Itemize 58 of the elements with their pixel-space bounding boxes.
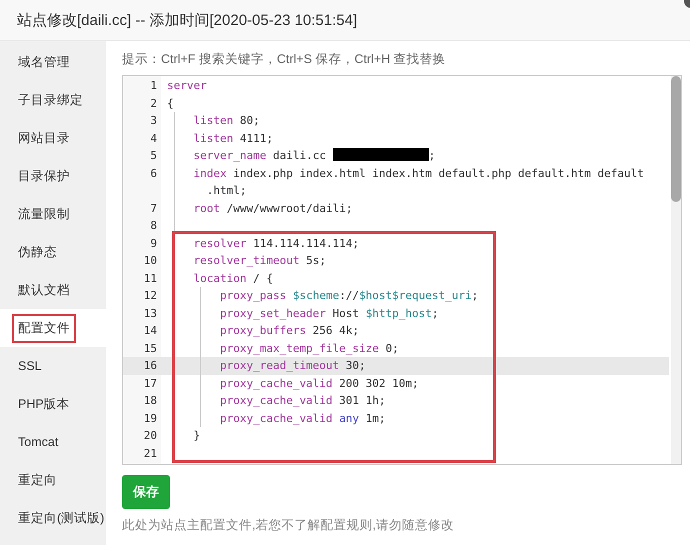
line-number: 21 [142,446,158,462]
sidebar-item[interactable]: 重定向 [12,466,63,494]
line-number: 4 [149,130,158,146]
code-editor[interactable] [122,75,682,465]
code-line: location / { [193,270,273,286]
code-line: proxy_pass $scheme://$host$request_uri; [220,288,478,304]
sidebar-item[interactable]: 网站目录 [12,124,76,152]
line-number: 8 [149,218,158,234]
sidebar-item[interactable]: 伪静态 [12,238,63,266]
line-number: 15 [142,340,158,356]
line-number: 5 [149,148,158,164]
scrollbar-thumb[interactable] [671,76,681,202]
code-line: listen 4111; [193,130,273,146]
line-number: 20 [142,428,158,444]
sidebar-item[interactable]: 配置文件 [12,314,76,342]
line-number: 1 [149,78,158,94]
code-line: proxy_cache_valid 301 1h; [220,393,386,409]
sidebar-item[interactable]: 域名管理 [12,48,76,76]
code-line: proxy_read_timeout 30; [220,358,366,374]
line-number: 14 [142,323,158,339]
line-number: 9 [149,236,158,252]
sidebar-item[interactable]: Tomcat [12,429,64,455]
line-number: 12 [142,288,158,304]
sidebar-item[interactable]: 子目录绑定 [12,86,89,114]
line-number: 16 [142,358,158,374]
code-line: listen 80; [193,113,260,129]
hint-text: 提示：Ctrl+F 搜索关键字，Ctrl+S 保存，Ctrl+H 查找替换 [122,51,447,68]
sidebar-item[interactable]: 重定向(测试版) [12,504,110,532]
line-number: 3 [149,113,158,129]
line-number: 19 [142,410,158,426]
window-title: 站点修改[daili.cc] -- 添加时间[2020-05-23 10:51:54] [17,10,358,30]
line-number: 10 [142,253,158,269]
sidebar-item[interactable]: PHP版本 [12,390,76,418]
code-line: index index.php index.html index.htm default.php default.htm default .html; [193,166,645,199]
note-text: 此处为站点主配置文件,若您不了解配置规则,请勿随意修改 [122,517,455,534]
line-number: 7 [149,200,158,216]
sidebar-item[interactable]: 流量限制 [12,200,76,228]
code-line: proxy_cache_valid 200 302 10m; [220,376,419,392]
line-number: 17 [142,376,158,392]
code-line: server_name daili.cc ; [193,147,436,164]
line-number: 2 [149,96,158,112]
line-number: 6 [149,166,158,182]
sidebar-item[interactable]: 目录保护 [12,162,76,190]
code-line: resolver 114.114.114.114; [193,236,360,252]
sidebar-item[interactable]: SSL [12,353,48,379]
code-line: root /www/wwwroot/daili; [193,200,352,216]
line-number: 13 [142,306,158,322]
code-line: proxy_cache_valid any 1m; [220,410,386,427]
code-line: } [193,428,202,444]
code-line: proxy_buffers 256 4k; [220,323,360,339]
sidebar-item[interactable]: 默认文档 [12,276,76,304]
line-number: 18 [142,393,158,409]
code-line: proxy_max_temp_file_size 0; [220,340,399,357]
code-line: resolver_timeout 5s; [193,253,326,269]
line-number: 11 [142,270,158,286]
code-line: server [167,78,207,94]
code-line: { [167,96,175,112]
code-line: proxy_set_header Host $http_host; [220,306,439,322]
